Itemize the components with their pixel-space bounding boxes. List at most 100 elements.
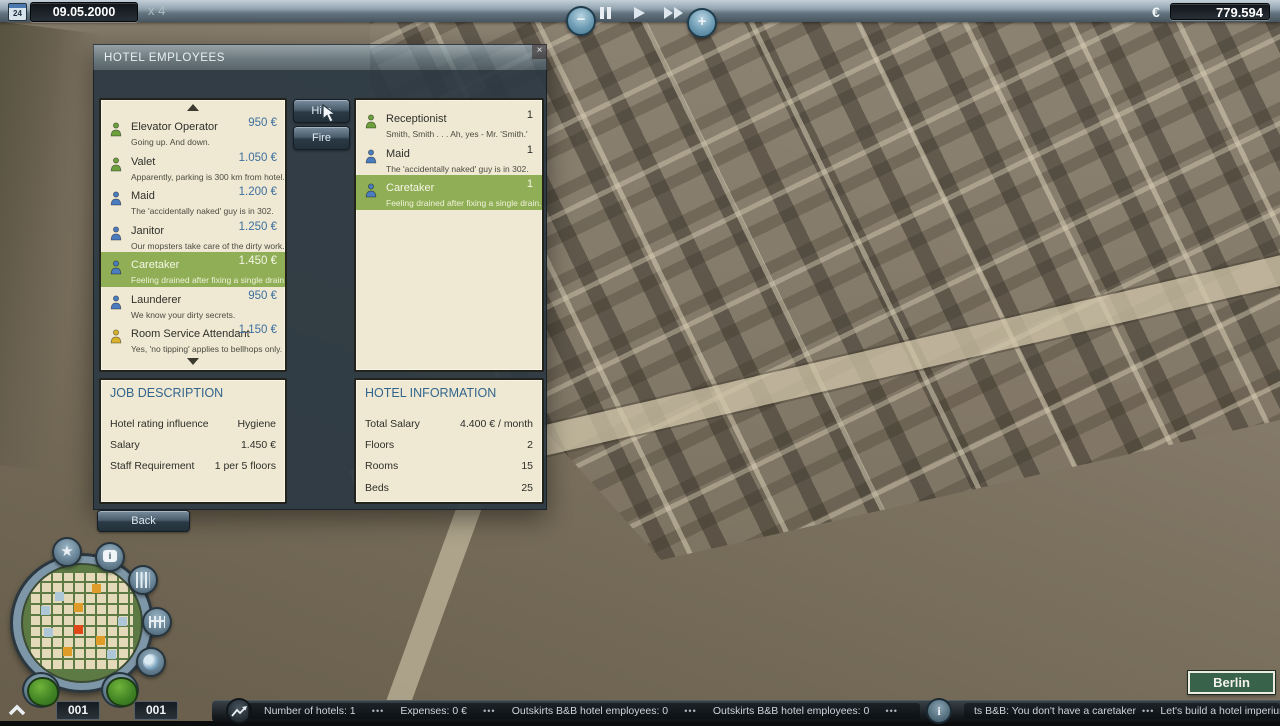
employee-row[interactable]: Elevator Operator 950 € Going up. And do… [101,114,285,149]
info-row: Rooms 15 [356,456,542,477]
ticker-message: Let's build a hotel imperium [1160,703,1280,719]
person-icon [365,114,377,129]
job-label: Hotel rating influence [110,418,209,430]
hired-row-selected[interactable]: Caretaker 1 Feeling drained after fixing… [356,175,542,210]
top-bar: 24 09.05.2000 x 4 − + € 779.594 [0,0,1280,22]
person-icon [110,260,122,275]
employee-name: Janitor [131,225,164,237]
employee-row[interactable]: Maid 1.200 € The 'accidentally naked' gu… [101,183,285,218]
job-value: 1.450 € [241,439,276,451]
info-label: Rooms [365,460,398,472]
employee-name: Room Service Attendant [131,328,250,340]
info-row: Total Salary 4.400 € / month [356,413,542,434]
employee-name: Launderer [131,294,181,306]
job-value: 1 per 5 floors [215,460,276,472]
person-icon [110,122,122,137]
job-value: Hygiene [237,418,276,430]
separator-dots: ••• [1142,703,1154,719]
hotel-employees-dialog: HOTEL EMPLOYEES × Elevator Operator 950 … [93,44,547,510]
person-icon [365,183,377,198]
status-item: Expenses: 0 € [400,703,467,719]
employee-row[interactable]: Launderer 950 € We know your dirty secre… [101,287,285,322]
person-icon [110,191,122,206]
chevron-up-icon[interactable] [8,703,26,721]
game-speed-label: x 4 [148,3,165,18]
hire-button[interactable]: Hire [293,99,350,123]
info-value: 25 [521,482,533,494]
info-icon[interactable]: i [95,542,125,572]
employee-desc: The 'accidentally naked' guy is in 302. [386,164,534,174]
status-items: Number of hotels: 1 ••• Expenses: 0 € ••… [248,703,920,719]
job-description-panel: JOB DESCRIPTION Hotel rating influence H… [99,378,287,504]
city-name-sign: Berlin [1188,671,1275,694]
employee-row[interactable]: Valet 1.050 € Apparently, parking is 300… [101,149,285,184]
employee-desc: Going up. And down. [131,137,277,147]
separator-dots: ••• [372,703,384,719]
scroll-up-icon[interactable] [187,104,199,111]
ticker-message: ts B&B: You don't have a caretaker [974,703,1136,719]
job-description-title: JOB DESCRIPTION [110,386,223,400]
status-item: Outskirts B&B hotel employees: 0 [512,703,668,719]
employee-salary: 950 € [248,290,277,302]
hired-row[interactable]: Receptionist 1 Smith, Smith . . . Ah, ye… [356,106,542,141]
counter-display: 001 [134,701,178,720]
person-icon [110,157,122,172]
separator-dots: ••• [483,703,495,719]
employee-desc: Yes, 'no tipping' applies to bellhops on… [131,344,277,354]
zoom-out-button[interactable]: − [566,6,596,36]
separator-dots: ••• [885,703,897,719]
minimap-map[interactable] [21,563,143,683]
info-value: 4.400 € / month [460,418,533,430]
pause-button[interactable] [600,7,611,19]
job-label: Staff Requirement [110,460,194,472]
status-item: Number of hotels: 1 [264,703,356,719]
star-icon[interactable]: ★ [52,537,82,567]
employee-desc: Our mopsters take care of the dirty work… [131,241,277,251]
separator-dots: ••• [684,703,696,719]
message-ticker: ts B&B: You don't have a caretaker ••• L… [964,703,1280,719]
job-row: Hotel rating influence Hygiene [101,413,285,434]
counter-display: 001 [56,701,100,720]
tree-icon[interactable] [22,672,60,708]
hotel-information-panel: HOTEL INFORMATION Total Salary 4.400 € /… [354,378,544,504]
info-label: Beds [365,482,389,494]
job-row: Staff Requirement 1 per 5 floors [101,456,285,477]
scroll-down-icon[interactable] [187,358,199,365]
person-icon [110,295,122,310]
employee-row-selected[interactable]: Caretaker 1.450 € Feeling drained after … [101,252,285,287]
close-icon[interactable]: × [532,44,547,59]
job-label: Salary [110,439,140,451]
available-employees-list: Elevator Operator 950 € Going up. And do… [99,98,287,372]
info-row: Floors 2 [356,434,542,455]
employee-desc: Apparently, parking is 300 km from hotel… [131,172,277,182]
game-screen: 24 09.05.2000 x 4 − + € 779.594 HOTEL EM… [0,0,1280,726]
employee-row[interactable]: Room Service Attendant 1.150 € Yes, 'no … [101,321,285,356]
employee-name: Maid [386,148,410,160]
person-icon [110,329,122,344]
message-info-icon[interactable]: i [926,698,952,724]
employee-name: Caretaker [131,259,179,271]
play-button[interactable] [634,7,645,19]
info-row: Beds 25 [356,477,542,498]
employee-name: Caretaker [386,182,434,194]
globe-icon[interactable] [136,647,166,677]
status-item: Outskirts B&B hotel employees: 0 [713,703,869,719]
calendar-icon: 24 [8,3,27,21]
fast-forward-button[interactable] [664,7,684,19]
employee-desc: Feeling drained after fixing a single dr… [131,275,277,285]
date-display: 09.05.2000 [30,2,138,22]
hired-employees-list: Receptionist 1 Smith, Smith . . . Ah, ye… [354,98,544,372]
hired-row[interactable]: Maid 1 The 'accidentally naked' guy is i… [356,141,542,176]
info-value: 2 [527,439,533,451]
employee-desc: We know your dirty secrets. [131,310,277,320]
back-button[interactable]: Back [97,510,190,532]
employee-desc: Smith, Smith . . . Ah, yes - Mr. 'Smith.… [386,129,534,139]
dialog-body: Elevator Operator 950 € Going up. And do… [93,70,547,510]
employee-salary: 1.200 € [239,186,277,198]
employee-row[interactable]: Janitor 1.250 € Our mopsters take care o… [101,218,285,253]
employee-count: 1 [527,178,533,190]
building-icon[interactable] [128,565,158,595]
fire-button[interactable]: Fire [293,126,350,150]
fence-icon[interactable] [142,607,172,637]
zoom-in-button[interactable]: + [687,8,717,38]
